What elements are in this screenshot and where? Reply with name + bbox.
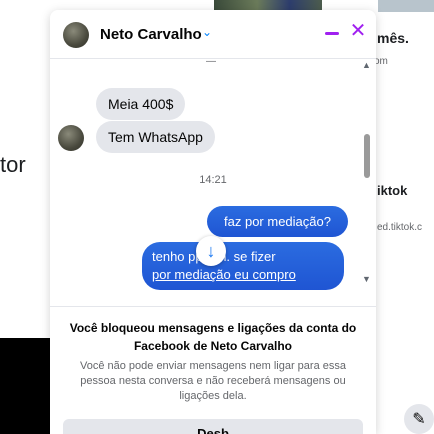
- message-timestamp: 14:21: [199, 174, 227, 186]
- background-dark-panel: [0, 338, 50, 434]
- incoming-message[interactable]: Tem WhatsApp: [96, 121, 215, 153]
- incoming-message[interactable]: Meia 400$: [96, 88, 186, 120]
- scroll-to-bottom-arrow-icon[interactable]: ↓: [196, 236, 226, 266]
- chevron-down-icon[interactable]: ⌄: [202, 25, 212, 39]
- scrollbar-thumb[interactable]: [364, 134, 370, 178]
- outgoing-message[interactable]: tenho pp sim. se fizer por mediação eu c…: [142, 242, 344, 290]
- background-heading: mês.: [377, 30, 409, 46]
- compose-icon[interactable]: ✎: [404, 404, 434, 434]
- background-small-text: om: [374, 56, 388, 67]
- header-dash: —: [206, 56, 216, 67]
- contact-avatar[interactable]: [63, 22, 89, 48]
- chat-window: Neto Carvalho ⌄ ✕ — ▲ ▼ Meia 400$ Tem Wh…: [50, 10, 376, 434]
- background-thumbnail: [378, 0, 434, 12]
- scroll-up-arrow-icon[interactable]: ▲: [362, 60, 371, 70]
- close-icon[interactable]: ✕: [347, 20, 369, 42]
- contact-name[interactable]: Neto Carvalho: [100, 26, 202, 43]
- background-tiktok-label: iktok: [377, 183, 408, 198]
- minimize-icon[interactable]: [321, 20, 343, 42]
- background-link-url[interactable]: ed.tiktok.c: [377, 222, 422, 233]
- outgoing-message-line: por mediação eu compro: [152, 267, 296, 282]
- outgoing-message-line: tenho pp sim. se fizer: [152, 249, 276, 264]
- blocked-title: Você bloqueou mensagens e ligações da co…: [69, 321, 357, 353]
- background-text: tor: [0, 152, 26, 177]
- chat-header: Neto Carvalho ⌄ ✕: [50, 10, 376, 59]
- scroll-down-arrow-icon[interactable]: ▼: [362, 274, 371, 284]
- outgoing-message[interactable]: faz por mediação?: [207, 206, 348, 237]
- unblock-button[interactable]: Desb: [63, 419, 363, 434]
- blocked-notice: Você bloqueou mensagens e ligações da co…: [50, 306, 376, 434]
- contact-avatar-small[interactable]: [58, 125, 84, 151]
- blocked-description: Você não pode enviar mensagens nem ligar…: [79, 360, 346, 402]
